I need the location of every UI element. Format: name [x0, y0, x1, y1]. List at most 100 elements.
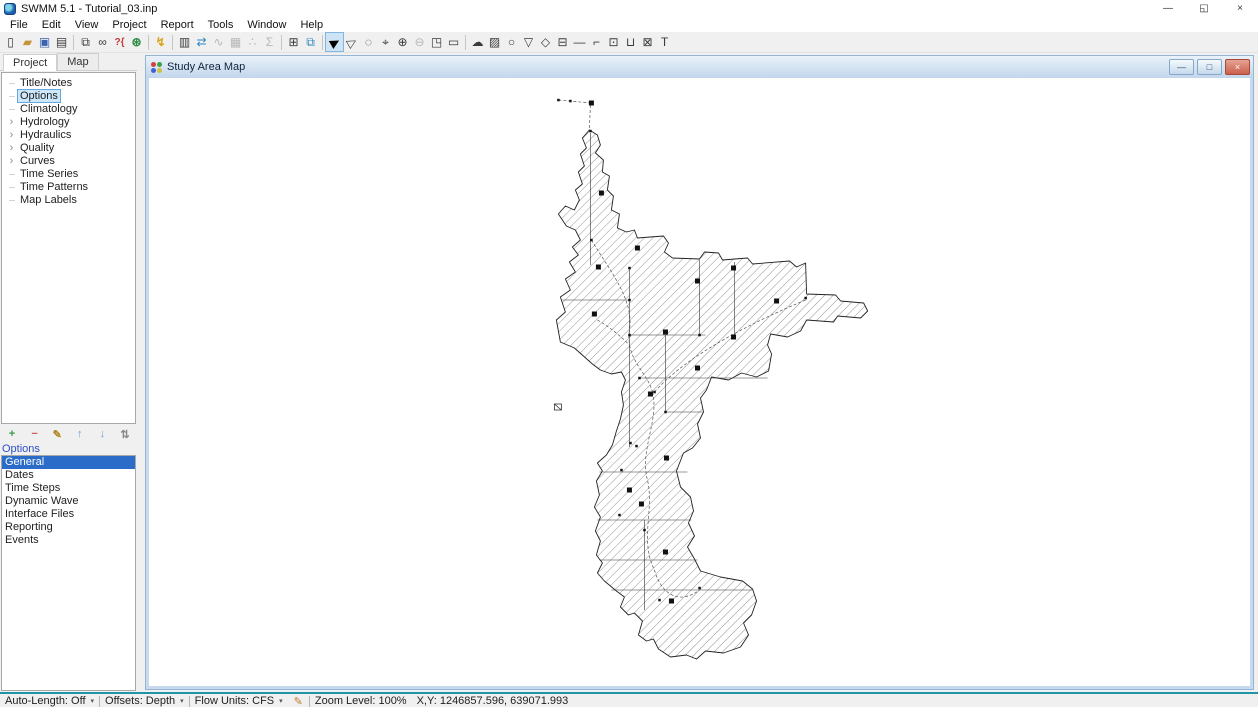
list-item-dynamic-wave[interactable]: Dynamic Wave — [2, 495, 135, 508]
toolbar-separator — [322, 35, 323, 50]
select-region-button[interactable]: ◌ — [360, 33, 377, 51]
add-outlet-button[interactable]: ⊠ — [639, 33, 656, 51]
menu-help[interactable]: Help — [293, 18, 330, 32]
dropdown-arrow-icon — [91, 697, 95, 705]
toolbar-separator — [281, 35, 282, 50]
statistics-button[interactable]: ∴ — [244, 33, 261, 51]
panel-splitter[interactable] — [137, 53, 145, 692]
tree-item-options[interactable]: Options — [2, 89, 135, 102]
tree-item-curves[interactable]: Curves — [2, 154, 135, 167]
open-file-button[interactable]: ▰ — [19, 33, 36, 51]
chevron-right-icon[interactable] — [5, 129, 18, 141]
zoom-level-indicator: Zoom Level: 100% — [310, 695, 412, 707]
find-button[interactable]: ∞ — [94, 33, 111, 51]
tree-item-time-series[interactable]: Time Series — [2, 167, 135, 180]
add-weir-button[interactable]: ⊔ — [622, 33, 639, 51]
list-item-general[interactable]: General — [2, 456, 135, 469]
menu-edit[interactable]: Edit — [35, 18, 68, 32]
list-item-interface-files[interactable]: Interface Files — [2, 508, 135, 521]
tab-project[interactable]: Project — [3, 54, 57, 71]
chevron-right-icon[interactable] — [5, 142, 18, 154]
query-button[interactable]: ?{ — [111, 33, 128, 51]
add-divider-button[interactable]: ◇ — [537, 33, 554, 51]
close-button[interactable]: × — [1222, 0, 1258, 18]
summary-button[interactable]: Σ — [261, 33, 278, 51]
add-outfall-button[interactable]: ▽ — [520, 33, 537, 51]
list-item-time-steps[interactable]: Time Steps — [2, 482, 135, 495]
tree-item-title-notes[interactable]: Title/Notes — [2, 76, 135, 89]
auto-length-dropdown[interactable]: Auto-Length: Off — [0, 695, 99, 707]
select-object-button[interactable]: ▶ — [326, 33, 343, 51]
move-down-button[interactable]: ↓ — [94, 427, 110, 442]
profile-plot-button[interactable]: ⇄ — [193, 33, 210, 51]
tree-item-time-patterns[interactable]: Time Patterns — [2, 180, 135, 193]
map-maximize-button[interactable]: □ — [1197, 59, 1222, 75]
new-file-button[interactable]: ▯ — [2, 33, 19, 51]
tree-item-hydraulics[interactable]: Hydraulics — [2, 128, 135, 141]
edit-object-button[interactable]: ✎ — [49, 427, 65, 442]
list-item-events[interactable]: Events — [2, 534, 135, 547]
map-window-icon — [151, 62, 162, 73]
mdi-area: Study Area Map — □ × — [145, 53, 1258, 692]
toolbar-separator — [73, 35, 74, 50]
tree-line — [5, 169, 18, 179]
table-button[interactable]: ▦ — [227, 33, 244, 51]
menu-window[interactable]: Window — [240, 18, 293, 32]
copy-button[interactable]: ⧉ — [77, 33, 94, 51]
add-object-button[interactable]: + — [4, 427, 20, 442]
tree-item-hydrology[interactable]: Hydrology — [2, 115, 135, 128]
map-window-titlebar[interactable]: Study Area Map — □ × — [146, 56, 1253, 78]
object-toolbar: + − ✎ ↑ ↓ ⇅ — [0, 424, 137, 442]
tree-item-quality[interactable]: Quality — [2, 141, 135, 154]
menu-view[interactable]: View — [68, 18, 106, 32]
list-item-reporting[interactable]: Reporting — [2, 521, 135, 534]
tree-line — [5, 182, 18, 192]
add-storage-unit-button[interactable]: ⊟ — [554, 33, 571, 51]
add-pump-button[interactable]: ⌐ — [588, 33, 605, 51]
menu-file[interactable]: File — [3, 18, 35, 32]
status-report-button[interactable]: ▥ — [176, 33, 193, 51]
tab-map[interactable]: Map — [57, 53, 98, 70]
tree-item-climatology[interactable]: Climatology — [2, 102, 135, 115]
add-conduit-button[interactable]: ― — [571, 33, 588, 51]
delete-object-button[interactable]: − — [27, 427, 43, 442]
add-junction-button[interactable]: ○ — [503, 33, 520, 51]
zoom-in-button[interactable]: ⊕ — [394, 33, 411, 51]
edit-pencil-icon[interactable]: ✎ — [288, 695, 309, 707]
run-simulation-button[interactable]: ↯ — [152, 33, 169, 51]
pan-map-button[interactable]: ⌖ — [377, 33, 394, 51]
list-item-dates[interactable]: Dates — [2, 469, 135, 482]
print-button[interactable]: ▤ — [53, 33, 70, 51]
add-label-button[interactable]: T — [656, 33, 673, 51]
select-vertex-button[interactable]: ▷ — [343, 33, 360, 51]
toolbar-separator — [172, 35, 173, 50]
save-file-button[interactable]: ▣ — [36, 33, 53, 51]
map-minimize-button[interactable]: — — [1169, 59, 1194, 75]
sort-button[interactable]: ⇅ — [117, 427, 133, 442]
full-extent-button[interactable]: ◳ — [428, 33, 445, 51]
flow-units-dropdown[interactable]: Flow Units: CFS — [190, 695, 288, 707]
zoom-out-button[interactable]: ⊖ — [411, 33, 428, 51]
restore-button[interactable]: ◱ — [1186, 0, 1222, 18]
chevron-right-icon[interactable] — [5, 155, 18, 167]
menu-tools[interactable]: Tools — [201, 18, 241, 32]
measure-button[interactable]: ▭ — [445, 33, 462, 51]
cascade-windows-button[interactable]: ⧉ — [302, 33, 319, 51]
zoom-level-value: Zoom Level: 100% — [315, 695, 407, 707]
chevron-right-icon[interactable] — [5, 116, 18, 128]
menu-report[interactable]: Report — [154, 18, 201, 32]
study-area-map-canvas[interactable] — [149, 78, 1250, 686]
add-subcatchment-button[interactable]: ▨ — [486, 33, 503, 51]
overview-map-button[interactable]: ⊛ — [128, 33, 145, 51]
add-orifice-button[interactable]: ⊡ — [605, 33, 622, 51]
move-up-button[interactable]: ↑ — [72, 427, 88, 442]
project-options-button[interactable]: ⊞ — [285, 33, 302, 51]
minimize-button[interactable]: — — [1150, 0, 1186, 18]
menu-project[interactable]: Project — [105, 18, 153, 32]
offsets-dropdown[interactable]: Offsets: Depth — [100, 695, 189, 707]
xy-coordinates: X,Y: 1246857.596, 639071.993 — [412, 695, 574, 707]
graph-button[interactable]: ∿ — [210, 33, 227, 51]
tree-item-map-labels[interactable]: Map Labels — [2, 193, 135, 206]
map-close-button[interactable]: × — [1225, 59, 1250, 75]
add-rain-gage-button[interactable]: ☁ — [469, 33, 486, 51]
